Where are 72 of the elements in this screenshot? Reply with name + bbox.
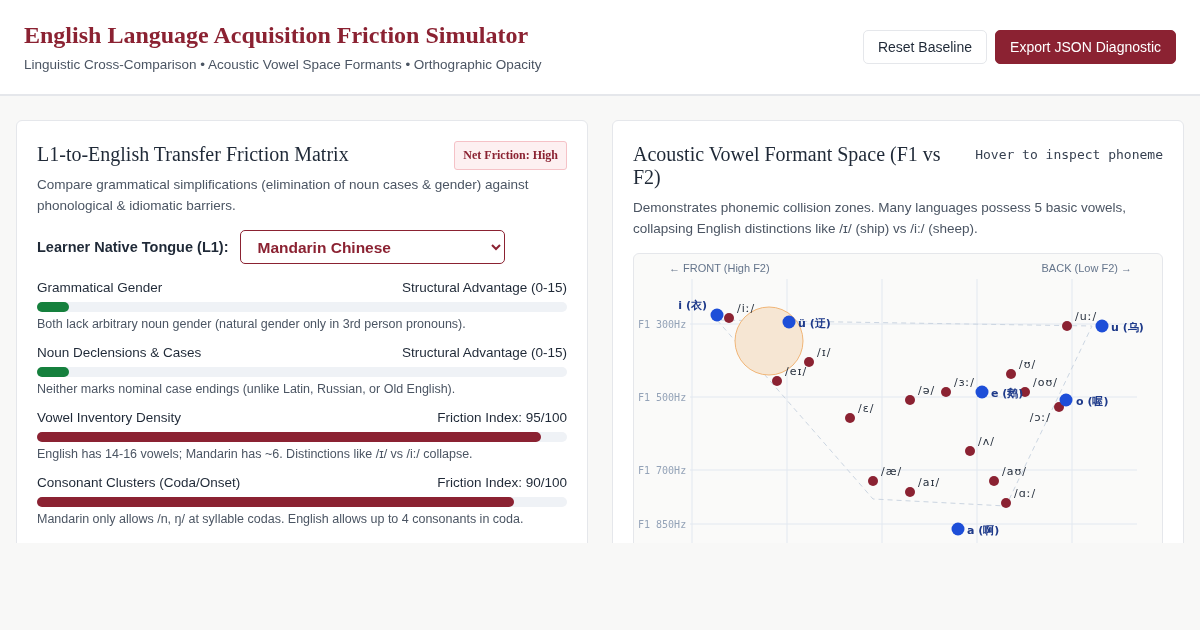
vowel-label: a (啊) <box>967 524 1000 537</box>
phoneme-label: /ɔː/ <box>1029 411 1051 424</box>
metric-note: Mandarin only allows /n, ŋ/ at syllable codas. English allows up to 4 consonants in coda. <box>37 512 525 526</box>
phoneme-point[interactable] <box>905 395 915 405</box>
phoneme-point[interactable] <box>1054 402 1064 412</box>
metric-note: English has 14-16 vowels; Mandarin has ~6. Distinctions like /ɪ/ vs /i:/ collapse. <box>37 447 474 461</box>
metric-reading: Structural Advantage (0-15) <box>401 280 567 295</box>
phoneme-label: /aʊ/ <box>1002 465 1027 478</box>
metric-name: Noun Declensions & Cases <box>37 345 202 360</box>
phoneme-label: /ə/ <box>918 384 936 397</box>
phoneme-label: /ɛ/ <box>858 402 875 415</box>
vowel-label: i (衣) <box>678 299 707 312</box>
phoneme-label: /ʊ/ <box>1019 358 1037 371</box>
phoneme-label: /oʊ/ <box>1033 376 1058 389</box>
phoneme-point[interactable] <box>989 476 999 486</box>
vowel-point[interactable] <box>782 315 796 329</box>
phoneme-label: /ɪ/ <box>817 346 832 359</box>
phoneme-point[interactable] <box>941 387 951 397</box>
phoneme-point[interactable] <box>905 487 915 497</box>
phoneme-point[interactable] <box>724 313 734 323</box>
vowel-label: u (乌) <box>1111 321 1144 334</box>
axis-direction-label: BACK (Low F2) → <box>1041 262 1132 274</box>
phoneme-point[interactable] <box>804 357 814 367</box>
panel-title: Acoustic Vowel Formant Space (F1 vs F2) <box>633 143 942 189</box>
metric-note: Both lack arbitrary noun gender (natural gender only in 3rd person pronouns). <box>37 317 467 331</box>
axis-direction-label: ← FRONT (High F2) <box>669 262 770 274</box>
phoneme-label: /iː/ <box>737 302 756 315</box>
friction-badge: Net Friction: High <box>454 141 567 170</box>
phoneme-point[interactable] <box>868 476 878 486</box>
vowel-point[interactable] <box>951 522 965 536</box>
phoneme-point[interactable] <box>965 446 975 456</box>
vowel-point[interactable] <box>1095 319 1109 333</box>
phoneme-label: /æ/ <box>881 465 903 478</box>
axis-tick-label: F1 850Hz <box>638 519 687 530</box>
vowel-point[interactable] <box>975 385 989 399</box>
metric-reading: Friction Index: 90/100 <box>437 475 567 490</box>
export-button[interactable]: Export JSON Diagnostic <box>995 30 1176 64</box>
phoneme-point[interactable] <box>845 413 855 423</box>
metric-name: Vowel Inventory Density <box>37 410 182 425</box>
hover-hint: Hover to inspect phoneme <box>975 147 1163 162</box>
phoneme-point[interactable] <box>1001 498 1011 508</box>
select-label: Learner Native Tongue (L1): <box>37 239 229 255</box>
phoneme-label: /eɪ/ <box>785 365 808 378</box>
axis-tick-label: F1 300Hz <box>638 319 687 330</box>
vowel-label: ü (迂) <box>798 317 831 330</box>
metric-note: Neither marks nominal case endings (unlike Latin, Russian, or Old English). <box>37 382 457 396</box>
axis-tick-label: F1 700Hz <box>638 465 687 476</box>
metric-name: Grammatical Gender <box>37 280 163 295</box>
axis-tick-label: F1 500Hz <box>638 392 687 403</box>
panel-description: Demonstrates phonemic collision zones. Many languages possess 5 basic vowels, collapsing English distinctions like /ɪ/ (ship) vs /i:/ (sheep). <box>633 199 1127 238</box>
vowel-label: o (喔) <box>1076 395 1109 408</box>
phoneme-point[interactable] <box>772 376 782 386</box>
vowel-point[interactable] <box>1059 393 1073 407</box>
panel-title: L1-to-English Transfer Friction Matrix <box>37 143 349 166</box>
collision-zone <box>734 306 804 376</box>
vowel-point[interactable] <box>710 308 724 322</box>
vowel-label: e (鹅) <box>991 387 1024 400</box>
metric-name: Consonant Clusters (Coda/Onset) <box>37 475 241 490</box>
phoneme-point[interactable] <box>1062 321 1072 331</box>
phoneme-label: /ɑː/ <box>1014 487 1037 500</box>
phoneme-label: /ʌ/ <box>978 435 995 448</box>
app-subtitle: Linguistic Cross-Comparison • Acoustic Vowel Space Formants • Orthographic Opacity <box>24 57 542 72</box>
phoneme-point[interactable] <box>1006 369 1016 379</box>
metric-reading: Friction Index: 95/100 <box>437 410 567 425</box>
metric-reading: Structural Advantage (0-15) <box>401 345 567 360</box>
language-select[interactable]: Mandarin Chinese <box>240 230 506 264</box>
app-title: English Language Acquisition Friction Simulator <box>24 22 530 49</box>
panel-description: Compare grammatical simplifications (elimination of noun cases & gender) against phonological & idiomatic barriers. <box>37 176 530 215</box>
phoneme-label: /aɪ/ <box>918 476 941 489</box>
phoneme-label: /uː/ <box>1075 310 1098 323</box>
reset-button[interactable]: Reset Baseline <box>862 30 988 64</box>
phoneme-label: /ɜː/ <box>954 376 975 389</box>
